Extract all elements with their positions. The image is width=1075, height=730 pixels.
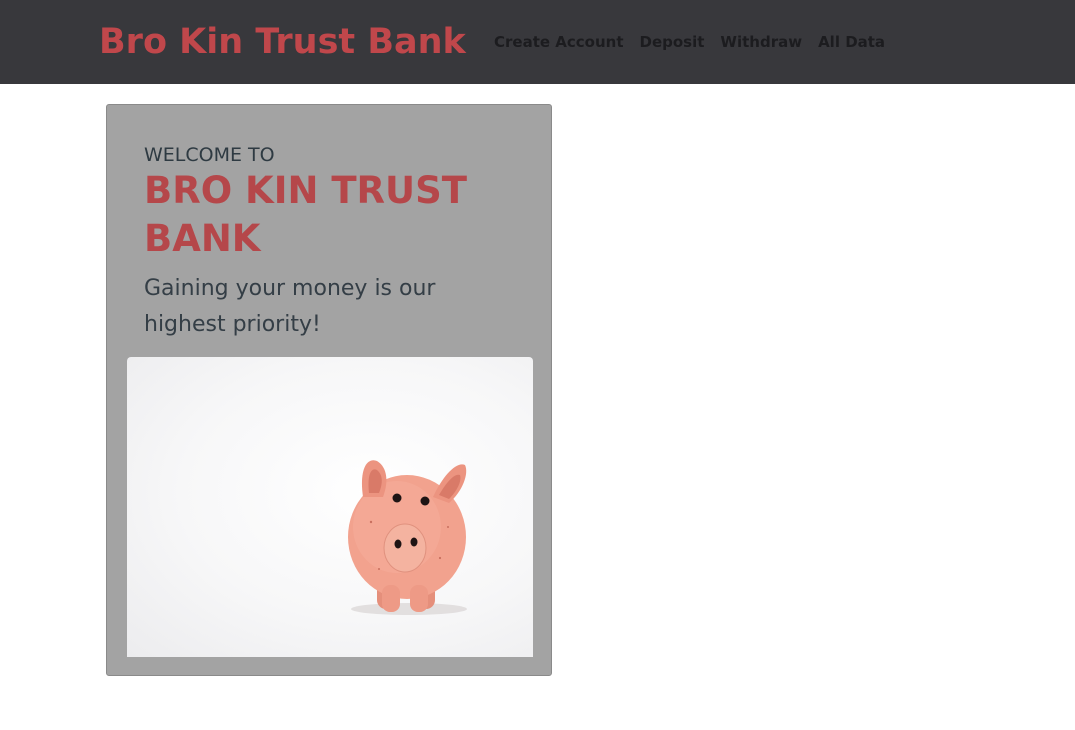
- brand-link[interactable]: Bro Kin Trust Bank: [99, 20, 466, 64]
- nav-create-account-link[interactable]: Create Account: [494, 31, 624, 53]
- bank-title: BRO KIN TRUST BANK: [144, 169, 467, 260]
- welcome-card: WELCOME TO BRO KIN TRUST BANK Gaining yo…: [106, 104, 552, 676]
- tagline-text: Gaining your money is our highest priori…: [144, 276, 436, 337]
- nav-withdraw-link[interactable]: Withdraw: [720, 31, 802, 53]
- nav-deposit-link[interactable]: Deposit: [640, 31, 705, 53]
- navbar: Bro Kin Trust Bank Create Account Deposi…: [0, 0, 1075, 84]
- welcome-heading: WELCOME TO: [144, 144, 275, 166]
- nav-all-data-link[interactable]: All Data: [818, 31, 885, 53]
- nav-links: Create Account Deposit Withdraw All Data: [494, 31, 901, 53]
- piggy-bank-image: [127, 357, 533, 657]
- piggy-bank-icon: [348, 460, 467, 615]
